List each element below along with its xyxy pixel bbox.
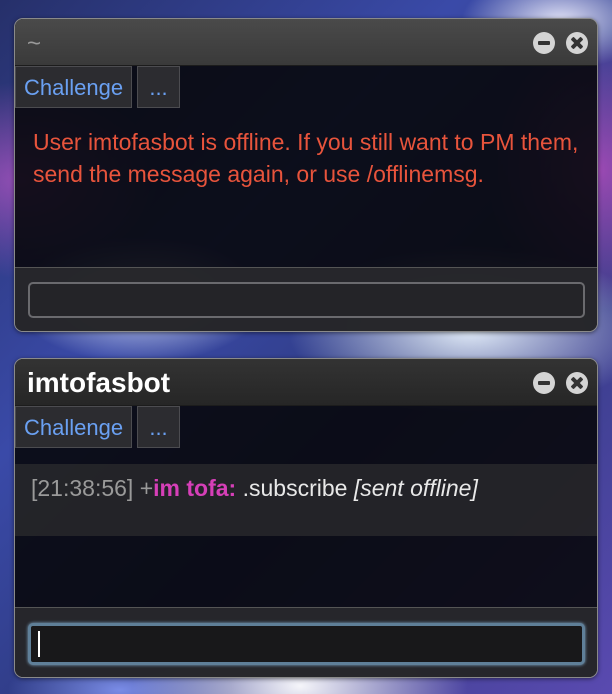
minimize-icon[interactable] bbox=[533, 372, 555, 394]
message-input[interactable] bbox=[28, 282, 585, 318]
tab-bar: Challenge ... bbox=[15, 66, 597, 108]
chat-message: [21:38:56] +im tofa: .subscribe [sent of… bbox=[15, 464, 597, 536]
window-titlebar[interactable]: ~ bbox=[15, 19, 597, 66]
message-area: [21:38:56] +im tofa: .subscribe [sent of… bbox=[15, 448, 597, 608]
tab-more[interactable]: ... bbox=[137, 66, 180, 108]
close-icon[interactable] bbox=[566, 32, 588, 54]
message-composer bbox=[15, 607, 597, 677]
tab-bar: Challenge ... bbox=[15, 406, 597, 448]
text-caret bbox=[38, 631, 40, 657]
chat-log: [21:38:56] +im tofa: .subscribe [sent of… bbox=[15, 448, 597, 608]
pm-window-offline-notice: ~ Challenge ... User imtofasbot is offli… bbox=[14, 18, 598, 332]
sender-name[interactable]: im tofa: bbox=[153, 475, 236, 501]
sent-offline-note: [sent offline] bbox=[353, 475, 478, 501]
window-title: imtofasbot bbox=[27, 367, 171, 398]
message-input[interactable] bbox=[28, 623, 585, 665]
sender-rank: + bbox=[139, 475, 154, 501]
tab-more[interactable]: ... bbox=[137, 406, 180, 448]
pm-window-imtofasbot: imtofasbot Challenge ... [21:38:56] +im … bbox=[14, 358, 598, 678]
minimize-icon[interactable] bbox=[533, 32, 555, 54]
message-text: .subscribe bbox=[242, 475, 348, 501]
close-icon[interactable] bbox=[566, 372, 588, 394]
tab-challenge[interactable]: Challenge bbox=[15, 66, 133, 108]
message-composer bbox=[15, 267, 597, 331]
offline-error-message: User imtofasbot is offline. If you still… bbox=[33, 129, 579, 187]
message-timestamp: [21:38:56] bbox=[31, 475, 134, 501]
window-titlebar[interactable]: imtofasbot bbox=[15, 359, 597, 406]
message-area: User imtofasbot is offline. If you still… bbox=[15, 108, 597, 268]
window-title: ~ bbox=[27, 30, 42, 57]
tab-challenge[interactable]: Challenge bbox=[15, 406, 133, 448]
chat-line: [21:38:56] +im tofa: .subscribe [sent of… bbox=[31, 472, 571, 504]
